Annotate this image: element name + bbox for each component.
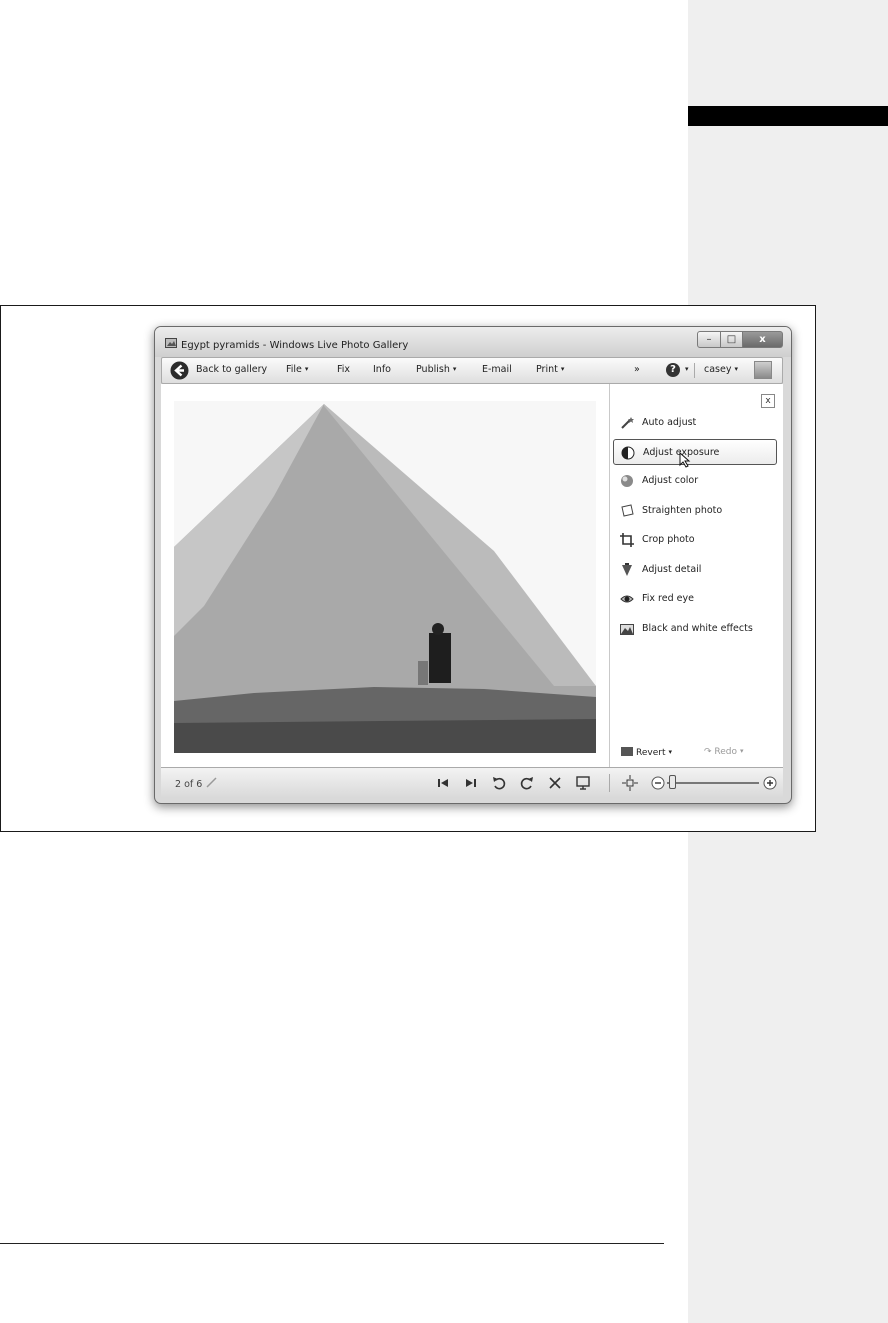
- minimize-button[interactable]: –: [697, 331, 721, 348]
- chevron-down-icon: ▾: [560, 365, 565, 373]
- app-icon: [165, 338, 177, 348]
- help-icon[interactable]: ?: [666, 363, 680, 377]
- chevron-down-icon: ▾: [740, 747, 744, 755]
- task-adjust-color[interactable]: Adjust color: [613, 468, 777, 494]
- close-fix-panel-button[interactable]: x: [761, 394, 775, 408]
- email-button[interactable]: E-mail: [482, 364, 512, 375]
- back-to-gallery-button[interactable]: Back to gallery: [196, 364, 267, 375]
- task-label: Adjust color: [642, 475, 699, 486]
- panel-divider: [609, 384, 610, 767]
- crop-icon: [620, 533, 634, 547]
- color-ball-icon: [621, 475, 633, 487]
- zoom-slider-thumb[interactable]: [669, 775, 676, 789]
- pyramid-photo: [174, 401, 596, 753]
- window-title: Egypt pyramids - Windows Live Photo Gall…: [181, 340, 409, 351]
- task-label: Crop photo: [642, 534, 695, 545]
- bw-effects-icon: [620, 624, 634, 635]
- title-bar: Egypt pyramids - Windows Live Photo Gall…: [155, 327, 791, 357]
- delete-icon[interactable]: [546, 774, 564, 792]
- status-bar: 2 of 6: [161, 767, 783, 798]
- info-button[interactable]: Info: [373, 364, 391, 375]
- straighten-icon: [621, 504, 634, 517]
- task-fix-red-eye[interactable]: Fix red eye: [613, 586, 777, 612]
- maximize-button[interactable]: □: [721, 331, 743, 348]
- publish-menu-label: Publish: [416, 364, 450, 375]
- status-divider: [609, 774, 610, 792]
- print-menu-label: Print: [536, 364, 558, 375]
- task-label: Fix red eye: [642, 593, 694, 604]
- close-button[interactable]: x: [743, 331, 783, 348]
- help-dropdown-caret[interactable]: ▾: [682, 364, 689, 375]
- user-menu[interactable]: casey ▾: [704, 364, 738, 375]
- redo-button[interactable]: ↷ Redo ▾: [704, 747, 744, 757]
- photo-counter: 2 of 6: [175, 779, 203, 790]
- user-name: casey: [704, 364, 732, 375]
- magic-wand-icon: [621, 417, 634, 429]
- chevron-down-icon: ▾: [734, 365, 738, 373]
- pencil-icon[interactable]: [206, 777, 217, 788]
- window-controls: – □ x: [697, 331, 783, 348]
- next-icon[interactable]: [462, 774, 480, 792]
- more-commands-button[interactable]: »: [634, 364, 640, 375]
- chevron-down-icon: ▾: [668, 748, 672, 756]
- back-arrow-icon[interactable]: [170, 361, 189, 380]
- rotate-left-icon[interactable]: [490, 774, 508, 792]
- publish-menu[interactable]: Publish ▾: [416, 364, 456, 375]
- task-label: Straighten photo: [642, 505, 723, 516]
- toolbar-divider: [694, 363, 695, 378]
- previous-icon[interactable]: [434, 774, 452, 792]
- zoom-slider-track[interactable]: [667, 782, 759, 784]
- task-straighten-photo[interactable]: Straighten photo: [613, 498, 777, 524]
- page-rule: [0, 1243, 664, 1244]
- eye-icon: [620, 595, 634, 603]
- chevron-down-icon: ▾: [304, 365, 309, 373]
- mouse-cursor-icon: [679, 452, 691, 468]
- task-auto-adjust[interactable]: Auto adjust: [613, 410, 777, 436]
- file-menu-label: File: [286, 364, 302, 375]
- slideshow-icon[interactable]: [574, 774, 592, 792]
- zoom-out-icon[interactable]: [649, 774, 667, 792]
- revert-button[interactable]: Revert ▾: [621, 747, 672, 758]
- fix-button[interactable]: Fix: [337, 364, 350, 375]
- task-adjust-detail[interactable]: Adjust detail: [613, 557, 777, 583]
- zoom-in-icon[interactable]: [761, 774, 779, 792]
- file-menu[interactable]: File ▾: [286, 364, 308, 375]
- exposure-icon: [621, 446, 635, 460]
- chevron-down-icon: ▾: [685, 365, 689, 373]
- task-black-and-white-effects[interactable]: Black and white effects: [613, 616, 777, 642]
- rotate-right-icon[interactable]: [518, 774, 536, 792]
- detail-icon: [622, 563, 632, 576]
- task-label: Adjust detail: [642, 564, 702, 575]
- viewer-area: x Auto adjust Adjust exposure Adjust col…: [161, 384, 783, 767]
- redo-label: Redo: [714, 747, 738, 757]
- redo-icon: ↷: [704, 747, 715, 757]
- toolbar: Back to gallery File ▾ Fix Info Publish ▾ …: [161, 357, 783, 384]
- task-crop-photo[interactable]: Crop photo: [613, 527, 777, 553]
- revert-icon: [621, 747, 633, 756]
- print-menu[interactable]: Print ▾: [536, 364, 564, 375]
- task-label: Auto adjust: [642, 417, 697, 428]
- photo-gallery-window: Egypt pyramids - Windows Live Photo Gall…: [154, 326, 792, 804]
- back-to-gallery-label: Back to gallery: [196, 364, 268, 375]
- photo-image: [174, 401, 596, 753]
- task-adjust-exposure[interactable]: Adjust exposure: [613, 439, 777, 468]
- chevron-down-icon: ▾: [452, 365, 457, 373]
- user-avatar[interactable]: [754, 361, 772, 379]
- chapter-tab: [688, 106, 888, 126]
- revert-label: Revert: [636, 748, 666, 758]
- task-label: Black and white effects: [642, 623, 753, 634]
- actual-size-icon[interactable]: [621, 774, 639, 792]
